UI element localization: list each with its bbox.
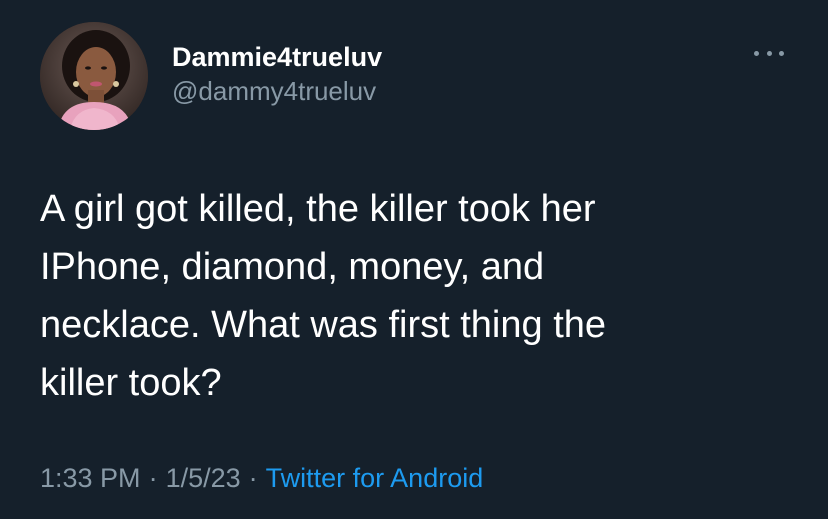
tweet-text-line: IPhone, diamond, money, and <box>40 246 545 288</box>
tweet-text-line: A girl got killed, the killer took her <box>40 188 596 230</box>
avatar[interactable] <box>40 22 148 130</box>
more-horizontal-icon[interactable] <box>754 46 784 60</box>
tweet-card: Dammie4trueluv @dammy4trueluv A girl got… <box>0 0 828 519</box>
tweet-source-link[interactable]: Twitter for Android <box>266 463 484 493</box>
user-handle[interactable]: @dammy4trueluv <box>172 74 382 108</box>
display-name[interactable]: Dammie4trueluv <box>172 40 382 74</box>
separator: · <box>148 463 158 493</box>
tweet-text-line: killer took? <box>40 362 222 404</box>
dot <box>754 50 759 56</box>
dot <box>766 50 772 56</box>
tweet-time[interactable]: 1:33 PM <box>40 463 141 493</box>
separator: · <box>248 463 258 493</box>
tweet-text: A girl got killed, the killer took her I… <box>40 180 790 412</box>
tweet-text-line: necklace. What was first thing the <box>40 304 607 346</box>
user-info[interactable]: Dammie4trueluv @dammy4trueluv <box>172 40 382 108</box>
dot <box>779 50 784 56</box>
tweet-date[interactable]: 1/5/23 <box>166 463 241 493</box>
profile-photo-image <box>40 22 148 130</box>
tweet-metadata: 1:33 PM · 1/5/23 · Twitter for Android <box>40 460 483 496</box>
